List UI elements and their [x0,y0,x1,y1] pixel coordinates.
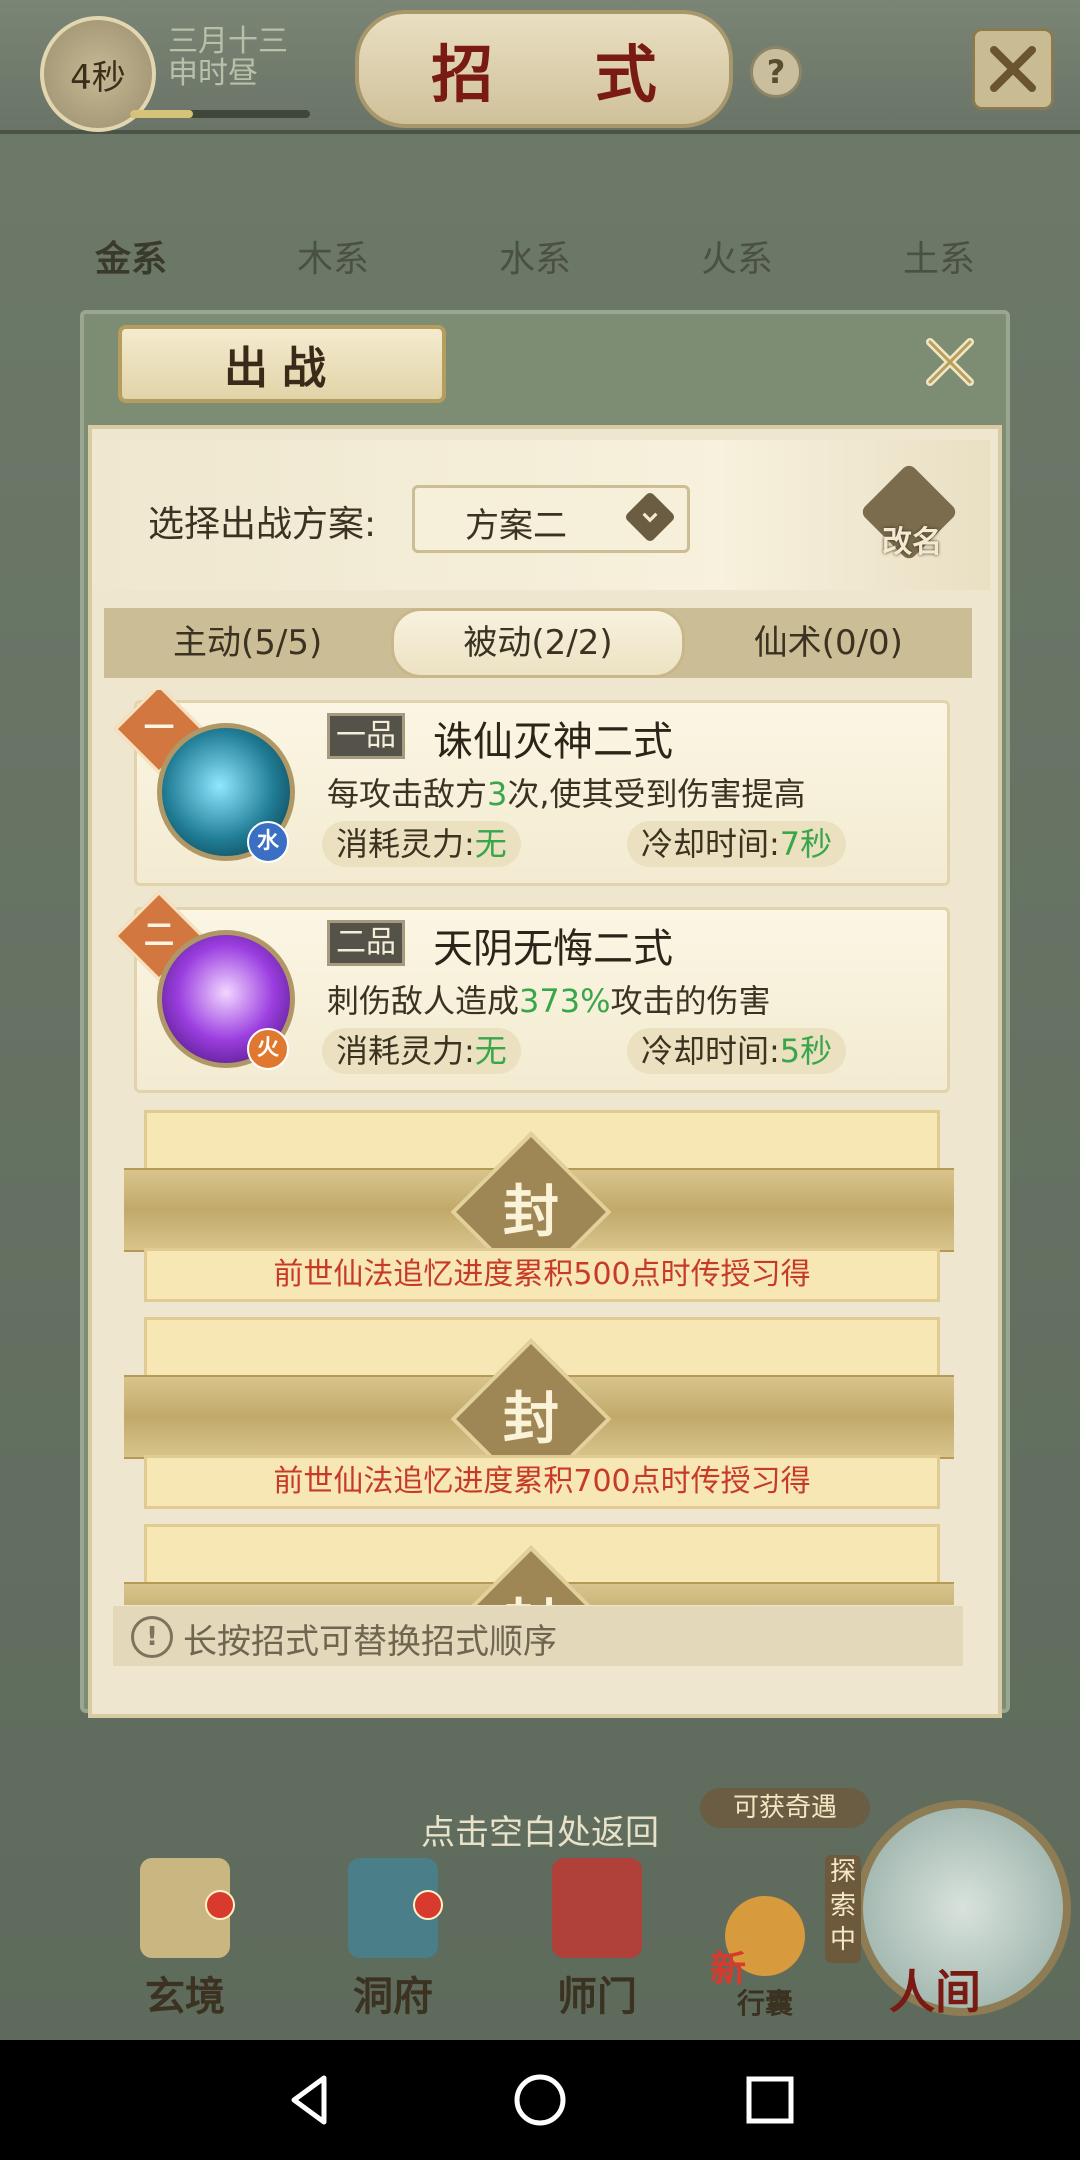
dialog-title-plate: 出战 [118,325,446,403]
skill-grade: 二品 [327,920,405,966]
cost-value: 无 [474,825,507,863]
page-title: 招 式 [431,38,697,111]
element-badge-water: 水 [247,821,289,863]
scheme-dropdown[interactable]: 方案二 [412,485,690,553]
back-button[interactable] [280,2070,340,2130]
recents-button[interactable] [740,2070,800,2130]
skill-list[interactable]: 一 水 一品 诛仙灭神二式 每攻击敌方3次,使其受到伤害提高 消耗灵力:无 冷却… [104,690,972,1605]
scheme-label: 选择出战方案: [148,504,377,545]
desc-text: 刺伤敌人造成 [327,982,520,1020]
tab-wood[interactable]: 木系 [297,230,369,282]
sealed-slot: 封 前世仙法追忆进度累积500点时传授习得 [124,1110,954,1302]
nav-xuanjing[interactable]: 玄境 [110,1858,260,2022]
skill-type-tabs: 主动(5/5) 被动(2/2) 仙术(0/0) [104,608,972,678]
notification-dot [413,1890,443,1920]
nav-label: 洞府 [353,1973,433,2020]
top-header: 4秒 三月十三 申时昼 招 式 ? [0,0,1080,134]
nav-renjian[interactable]: 人间 [860,1956,1010,2022]
dialog-title: 出战 [224,343,340,394]
skill-card[interactable]: 二 火 二品 天阴无悔二式 刺伤敌人造成373%攻击的伤害 消耗灵力:无 冷却时… [113,890,950,1093]
desc-value: 373% [519,982,611,1020]
desc-value: 3 [487,775,508,813]
skill-name: 诛仙灭神二式 [433,719,673,765]
cost-value: 无 [474,1032,507,1070]
cost-pill: 消耗灵力:无 [322,821,521,867]
nav-shimen[interactable]: 师门 [522,1858,672,2022]
cost-label: 消耗灵力: [336,1032,475,1070]
sealed-slot: 封 前世仙法追忆进度累积700点时传授习得 [124,1317,954,1509]
seal-char: 封 [474,1569,588,1605]
skill-card[interactable]: 一 水 一品 诛仙灭神二式 每攻击敌方3次,使其受到伤害提高 消耗灵力:无 冷却… [113,690,950,886]
rename-button[interactable]: 改名 [859,462,962,565]
encounter-badge[interactable]: 可获奇遇 [700,1788,870,1828]
close-icon [926,338,974,386]
close-page-button[interactable] [972,28,1054,110]
new-badge: 新 [710,1949,747,1990]
nav-dongfu[interactable]: 洞府 [318,1858,468,2022]
skill-name: 天阴无悔二式 [433,926,673,972]
dialog-close-button[interactable] [918,330,982,394]
back-icon [291,2075,327,2125]
skill-description: 每攻击敌方3次,使其受到伤害提高 [327,769,806,815]
recents-icon [746,2076,794,2124]
game-date: 三月十三 申时昼 [168,26,288,90]
cooldown-label: 冷却时间: [641,825,780,863]
close-icon [990,46,1036,92]
rename-label: 改名 [882,525,942,560]
page-title-plate: 招 式 [355,10,733,128]
info-icon: ! [131,1616,173,1658]
date-time: 申时昼 [168,56,258,91]
element-badge-fire: 火 [247,1028,289,1070]
scheme-value: 方案二 [465,506,567,546]
sealed-slot: 封 [124,1524,954,1605]
hint-bar: ! 长按招式可替换招式顺序 [113,1606,963,1666]
unlock-requirement: 前世仙法追忆进度累积500点时传授习得 [144,1248,940,1302]
tab-water[interactable]: 水系 [499,230,571,282]
hint-text: 长按招式可替换招式顺序 [183,1622,557,1662]
tab-earth[interactable]: 土系 [903,230,975,282]
nav-label: 玄境 [145,1973,225,2020]
tab-immortal-arts[interactable]: 仙术(0/0) [685,608,972,678]
cost-pill: 消耗灵力:无 [322,1028,521,1074]
unlock-requirement: 前世仙法追忆进度累积700点时传授习得 [144,1455,940,1509]
cooldown-label: 冷却时间: [641,1032,780,1070]
date-day: 三月十三 [168,24,288,59]
banner-icon [552,1858,642,1958]
tab-passive-skills[interactable]: 被动(2/2) [391,608,685,678]
game-screen: 4秒 三月十三 申时昼 招 式 ? 金系 木系 水系 火系 土系 出战 选择出战… [0,0,1080,2040]
time-progress-fill [130,110,193,118]
tab-active-skills[interactable]: 主动(5/5) [104,608,391,678]
system-nav-bar [0,2040,1080,2160]
nav-label: 人间 [889,1965,981,2019]
chevron-down-icon [623,490,677,544]
cooldown-value: 5秒 [779,1032,833,1070]
cooldown-value: 7秒 [779,825,833,863]
cooldown-pill: 冷却时间:7秒 [627,821,847,867]
home-icon [514,2074,566,2126]
nav-label: 师门 [557,1973,637,2020]
desc-text: 每攻击敌方 [327,775,488,813]
time-progress-bar [130,110,310,118]
notification-dot [205,1890,235,1920]
desc-text: 次,使其受到伤害提高 [507,775,806,813]
cost-label: 消耗灵力: [336,825,475,863]
element-tabs: 金系 木系 水系 火系 土系 [30,222,1040,290]
tab-fire[interactable]: 火系 [701,230,773,282]
help-button[interactable]: ? [750,46,802,98]
skill-description: 刺伤敌人造成373%攻击的伤害 [327,976,771,1022]
bottom-nav: 玄境 洞府 师门 行囊 新 人间 [0,1858,1080,2040]
tab-metal[interactable]: 金系 [95,230,167,282]
cooldown-pill: 冷却时间:5秒 [627,1028,847,1074]
desc-text: 攻击的伤害 [610,982,771,1020]
skill-grade: 一品 [327,713,405,759]
home-button[interactable] [510,2070,570,2130]
